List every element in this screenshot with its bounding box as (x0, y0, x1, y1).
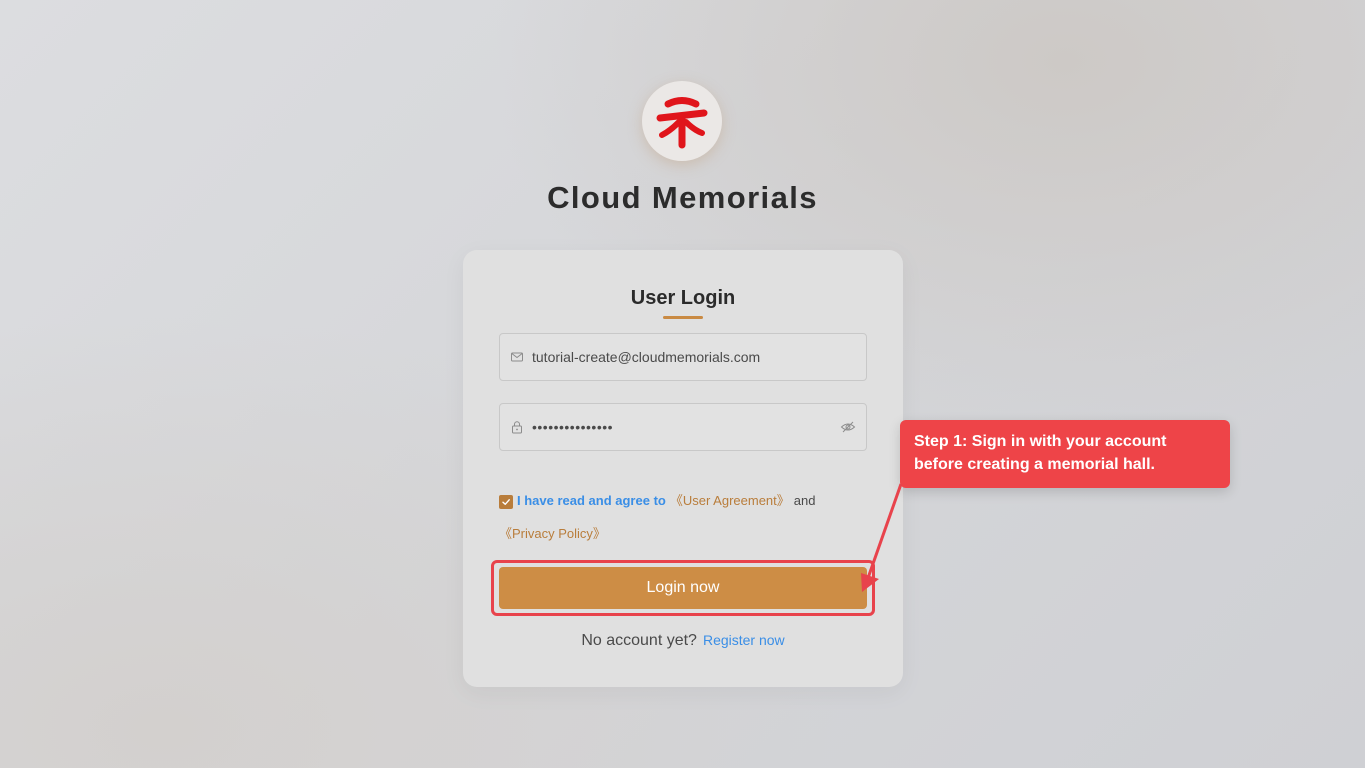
agreement-text[interactable]: I have read and agree to (517, 493, 666, 508)
email-value[interactable]: tutorial-create@cloudmemorials.com (532, 349, 866, 365)
password-value[interactable]: ••••••••••••••• (532, 419, 840, 435)
agreement-and: and (793, 493, 816, 508)
title-underline (663, 316, 703, 319)
password-field[interactable]: ••••••••••••••• (499, 403, 867, 451)
user-agreement-link[interactable]: 《User Agreement》 (670, 493, 790, 508)
lock-icon (510, 420, 524, 434)
no-account-text: No account yet? (581, 632, 697, 649)
brand-title: Cloud Memorials (547, 180, 818, 215)
card-title: User Login (630, 287, 736, 309)
eye-hidden-icon[interactable] (840, 419, 856, 435)
agreement-checkbox[interactable] (499, 495, 513, 509)
email-field[interactable]: tutorial-create@cloudmemorials.com (499, 333, 867, 381)
register-link[interactable]: Register now (703, 632, 785, 648)
logo (642, 81, 722, 161)
check-icon (502, 499, 510, 505)
privacy-policy-link[interactable]: 《Privacy Policy》 (499, 526, 606, 541)
login-button[interactable]: Login now (499, 567, 867, 609)
red-calligraphy-logo-icon (656, 97, 708, 149)
agreement-row: I have read and agree to 《User Agreement》… (499, 484, 839, 550)
login-card: User Login tutorial-create@cloudmemorial… (463, 250, 903, 687)
mail-icon (510, 350, 524, 364)
tutorial-callout: Step 1: Sign in with your account before… (900, 420, 1230, 488)
callout-text: Step 1: Sign in with your account before… (914, 433, 1167, 473)
register-row: No account yet? Register now (463, 632, 903, 650)
